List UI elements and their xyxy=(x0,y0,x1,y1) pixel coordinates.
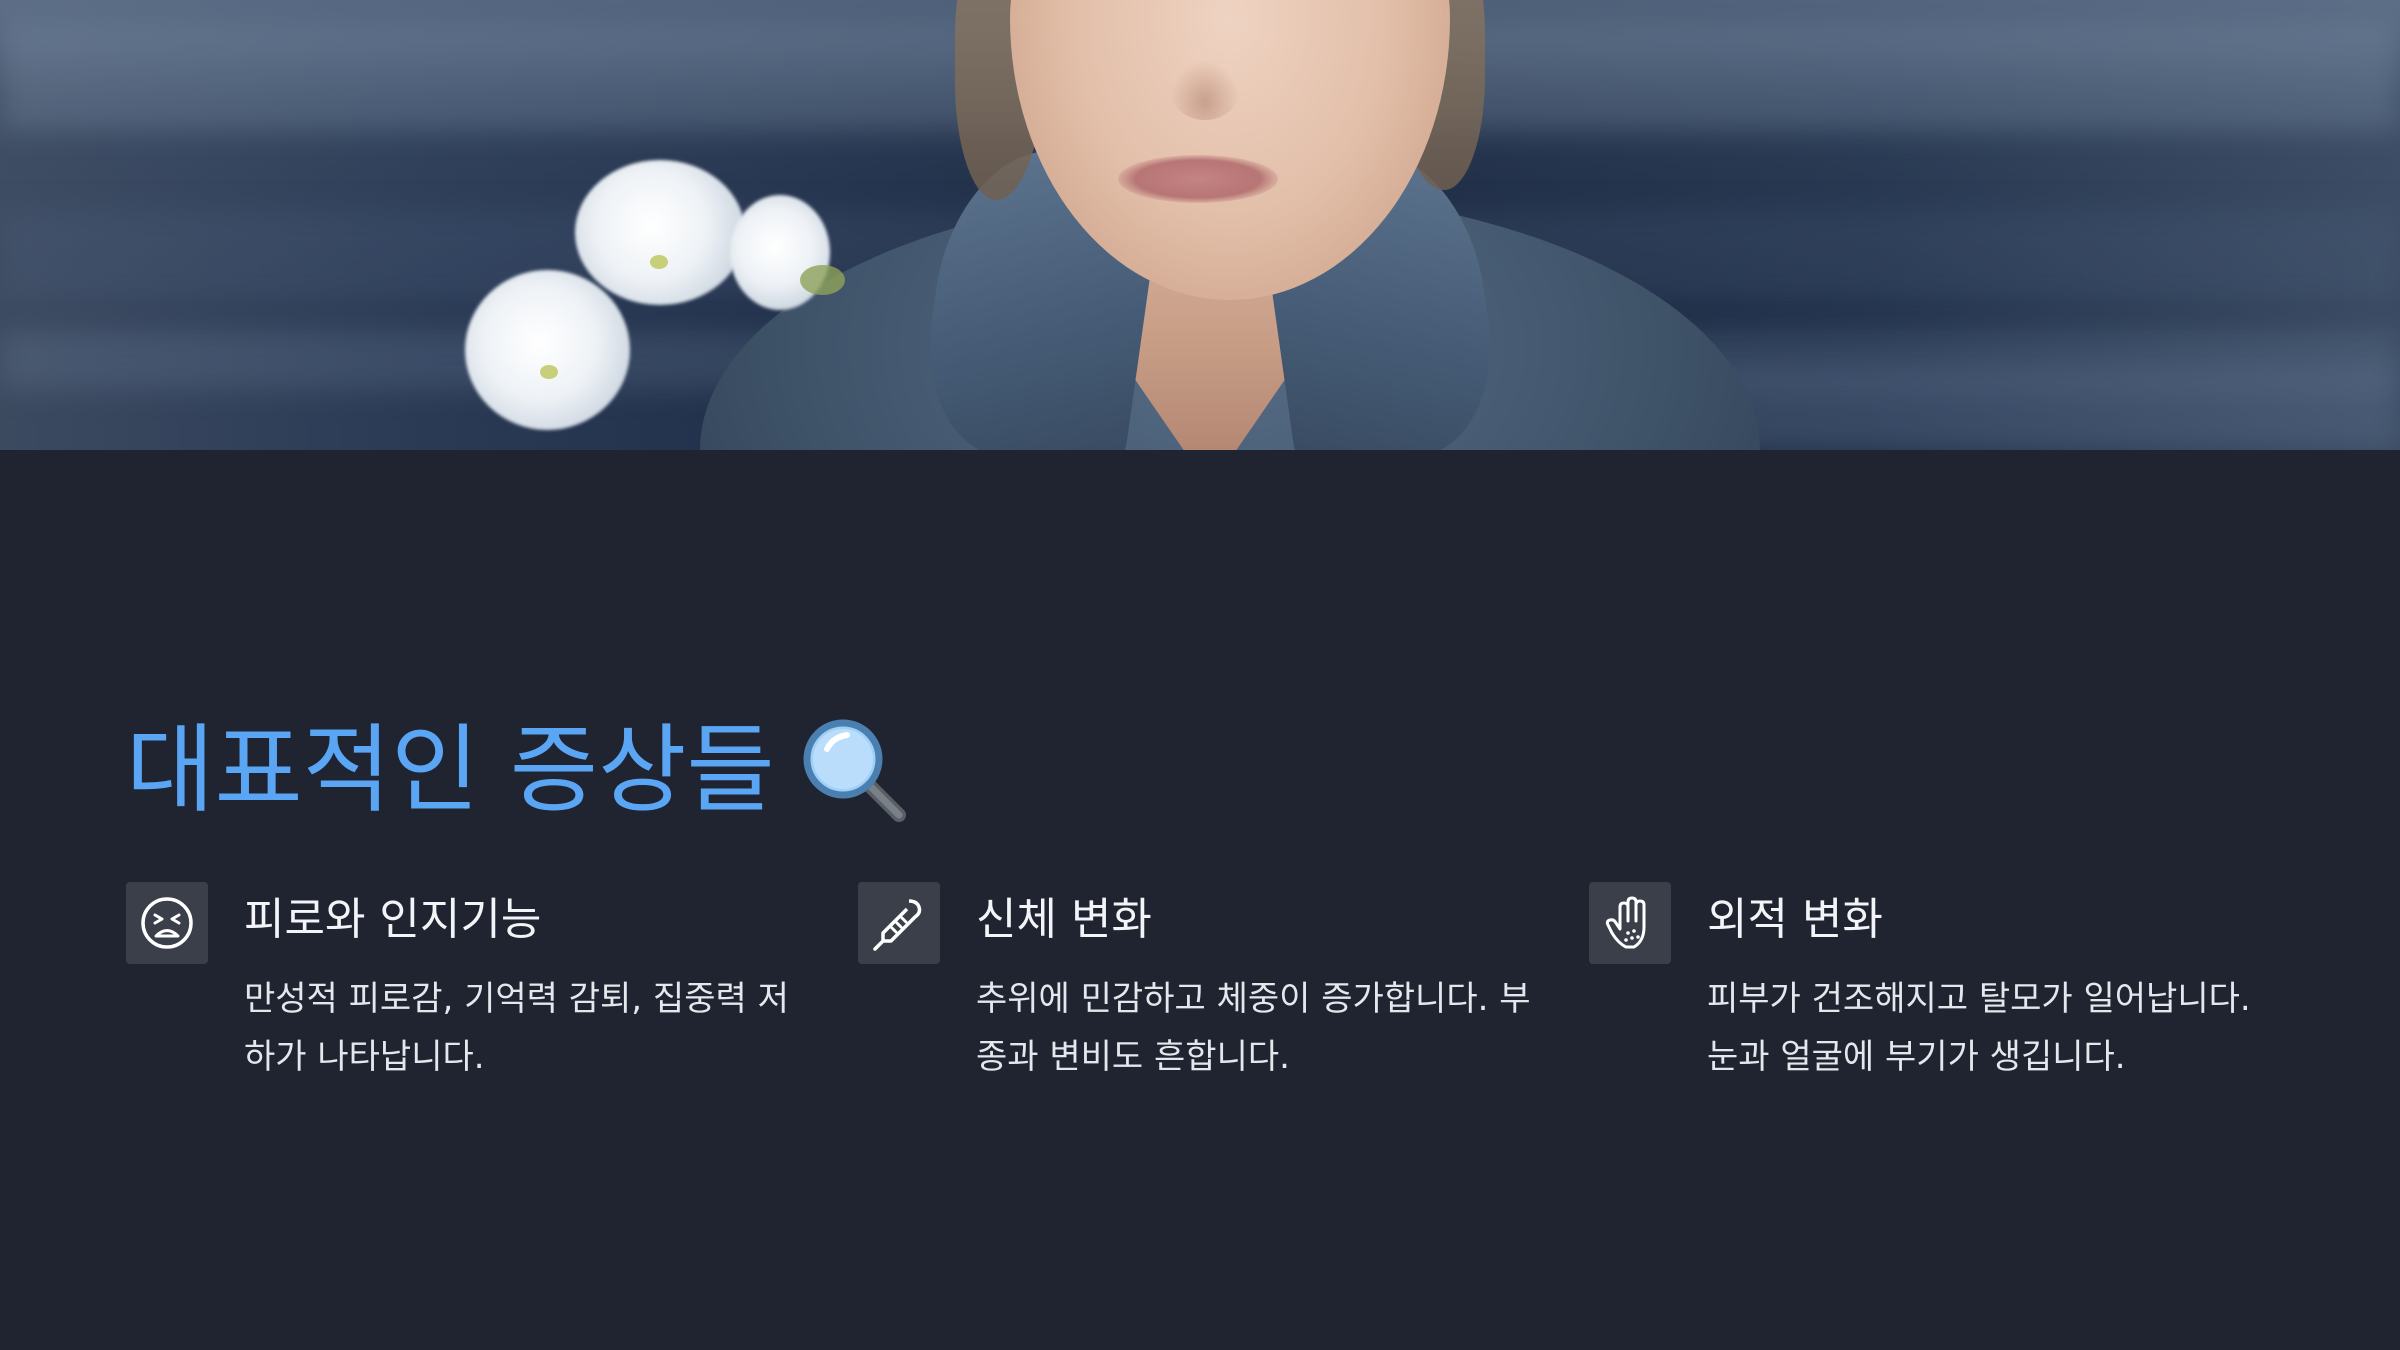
orchid-flower xyxy=(465,270,630,430)
tired-face-icon xyxy=(126,882,208,964)
nose xyxy=(1170,60,1240,120)
slide: 대표적인 증상들 피로와 인지기능 만성적 피로감, 기억력 감퇴, 집중력 저… xyxy=(0,0,2400,1350)
hand-icon xyxy=(1589,882,1671,964)
symptom-title: 신체 변화 xyxy=(976,894,1152,945)
symptom-description: 추위에 민감하고 체중이 증가합니다. 부종과 변비도 흔합니다. xyxy=(976,979,1531,1077)
symptom-title: 외적 변화 xyxy=(1707,894,1883,945)
symptom-description: 피부가 건조해지고 탈모가 일어납니다. 눈과 얼굴에 부기가 생깁니다. xyxy=(1707,979,2251,1077)
thermometer-icon xyxy=(858,882,940,964)
hero-image xyxy=(0,0,2400,450)
lips xyxy=(1118,155,1278,203)
orchid-center xyxy=(540,365,558,379)
symptom-list: 피로와 인지기능 만성적 피로감, 기억력 감퇴, 집중력 저하가 나타납니다.… xyxy=(126,882,2286,1102)
symptom-description: 만성적 피로감, 기억력 감퇴, 집중력 저하가 나타납니다. xyxy=(244,979,789,1077)
section-title: 대표적인 증상들 xyxy=(126,700,909,840)
orchid-bud xyxy=(800,265,845,295)
section-title-text: 대표적인 증상들 xyxy=(126,714,775,826)
orchid-center xyxy=(650,255,668,269)
symptom-title: 피로와 인지기능 xyxy=(244,894,542,945)
orchid-flower xyxy=(575,160,745,305)
magnifying-glass-icon xyxy=(799,715,909,825)
